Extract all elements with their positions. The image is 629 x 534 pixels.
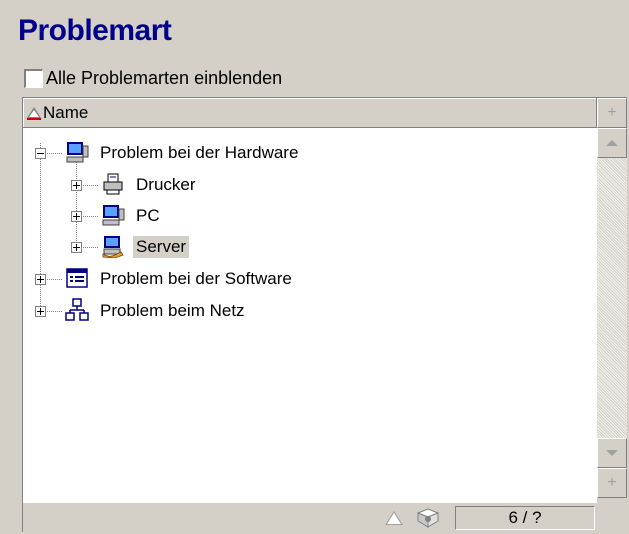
status-bar: 6 / ? [23,503,627,533]
add-row-button[interactable]: + [597,468,627,498]
scroll-down-button[interactable] [597,438,627,468]
computer-icon [101,203,125,227]
column-header-label: Name [43,102,89,122]
scroll-track[interactable] [597,158,627,438]
tree-node-label: Server [133,236,190,258]
computer-icon [65,140,89,164]
sort-ascending-icon [27,106,41,120]
tree-node-label: Problem beim Netz [100,301,245,320]
tree-connector [45,311,63,312]
collapse-toggle[interactable] [35,148,46,159]
vertical-scrollbar[interactable]: + + [597,98,627,503]
server-icon [101,234,125,259]
problem-type-tree-panel: Name Problem bei der Hardware Drucker PC… [22,97,627,533]
column-header-name[interactable]: Name [23,98,597,128]
tree-connector [81,216,99,217]
tree-node-software[interactable]: Problem bei der Software [97,264,295,294]
tree-node-label: Drucker [136,175,196,194]
tree-node-label: Problem bei der Hardware [100,143,299,162]
filter-icon[interactable] [415,507,441,529]
tree-node-hardware[interactable]: Problem bei der Hardware [97,138,301,168]
tree-view[interactable]: Problem bei der Hardware Drucker PC Serv… [23,128,597,503]
network-icon [65,298,89,322]
show-all-label: Alle Problemarten einblenden [46,67,283,88]
tree-connector [45,279,63,280]
tree-connector [76,158,77,248]
tree-connector [81,185,99,186]
tree-node-printer[interactable]: Drucker [133,170,199,200]
add-column-button[interactable]: + [597,98,627,128]
tree-connector [81,247,99,248]
tree-node-pc[interactable]: PC [133,201,163,231]
expand-toggle[interactable] [35,274,46,285]
sort-indicator-inner [387,513,401,524]
show-all-checkbox[interactable] [24,68,43,88]
tree-node-server[interactable]: Server [133,232,190,262]
expand-toggle[interactable] [71,211,82,222]
tree-node-label: Problem bei der Software [100,269,292,288]
scroll-up-button[interactable] [597,128,627,158]
software-icon [65,266,89,290]
tree-connector [45,153,63,154]
record-counter: 6 / ? [455,506,595,530]
add-column-label: + [607,104,617,121]
add-row-label: + [607,474,617,491]
arrow-up-icon [606,140,618,146]
page-title: Problemart [18,14,172,47]
printer-icon [101,172,125,196]
tree-node-network[interactable]: Problem beim Netz [97,296,248,326]
show-all-checkbox-row[interactable]: Alle Problemarten einblenden [24,66,282,90]
tree-node-label: PC [136,206,160,225]
expand-toggle[interactable] [71,180,82,191]
expand-toggle[interactable] [35,306,46,317]
arrow-down-icon [606,450,618,456]
expand-toggle[interactable] [71,242,82,253]
